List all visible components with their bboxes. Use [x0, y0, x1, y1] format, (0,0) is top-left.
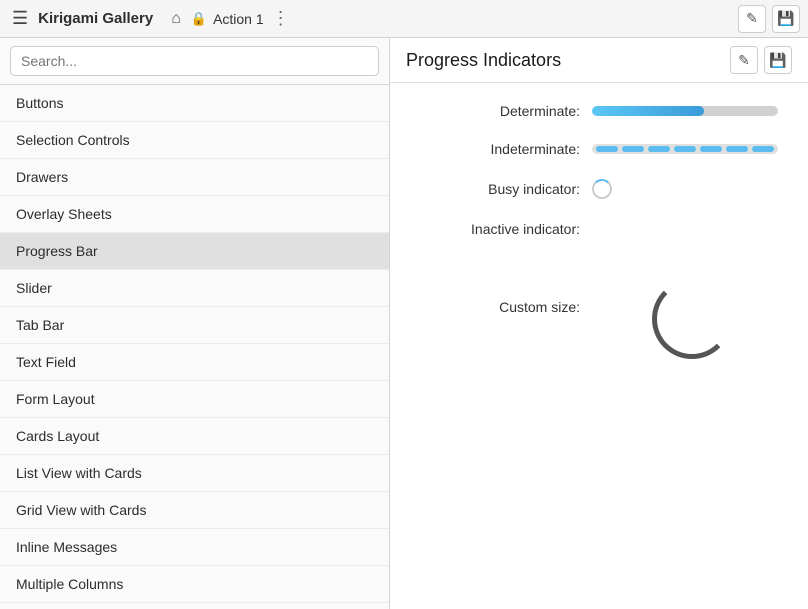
dash-5 [700, 146, 722, 152]
content-save-button[interactable]: 💾 [764, 46, 792, 74]
breadcrumb: Action 1 [213, 11, 264, 27]
topbar-actions: ✎ 💾 [738, 5, 800, 33]
custom-spinner [652, 279, 732, 359]
custom-size-row: Custom size: [420, 269, 778, 369]
sidebar-item[interactable]: Text Field [0, 344, 389, 381]
sidebar-item[interactable]: Cards Layout [0, 418, 389, 455]
sidebar-item[interactable]: Buttons [0, 85, 389, 122]
home-icon[interactable]: ⌂ [167, 8, 185, 30]
save-button[interactable]: 💾 [772, 5, 800, 33]
dash-3 [648, 146, 670, 152]
lock-icon: 🔒 [191, 11, 207, 27]
sidebar-item[interactable]: List View with Cards [0, 455, 389, 492]
sidebar-item[interactable]: Misc. Widgets [0, 603, 389, 609]
indeterminate-dashes [592, 144, 778, 154]
sidebar-item[interactable]: Grid View with Cards [0, 492, 389, 529]
indeterminate-row: Indeterminate: [420, 141, 778, 157]
sidebar: ButtonsSelection ControlsDrawersOverlay … [0, 38, 390, 609]
busy-spinner [592, 179, 612, 199]
busy-row: Busy indicator: [420, 179, 778, 199]
content-panel: Progress Indicators ✎ 💾 Determinate: Ind… [390, 38, 808, 609]
sidebar-item[interactable]: Tab Bar [0, 307, 389, 344]
dash-2 [622, 146, 644, 152]
sidebar-item[interactable]: Drawers [0, 159, 389, 196]
hamburger-icon[interactable]: ☰ [8, 6, 32, 31]
content-body: Determinate: Indeterminate: [390, 83, 808, 609]
determinate-track [592, 106, 778, 116]
topbar: ☰ Kirigami Gallery ⌂ 🔒 Action 1 ⋮ ✎ 💾 [0, 0, 808, 38]
more-icon[interactable]: ⋮ [272, 8, 290, 29]
inactive-label: Inactive indicator: [420, 221, 580, 237]
indeterminate-label: Indeterminate: [420, 141, 580, 157]
sidebar-item[interactable]: Selection Controls [0, 122, 389, 159]
determinate-label: Determinate: [420, 103, 580, 119]
search-bar [0, 38, 389, 85]
dash-1 [596, 146, 618, 152]
dash-4 [674, 146, 696, 152]
sidebar-list: ButtonsSelection ControlsDrawersOverlay … [0, 85, 389, 609]
determinate-fill [592, 106, 704, 116]
custom-spinner-container [592, 269, 732, 369]
content-header: Progress Indicators ✎ 💾 [390, 38, 808, 83]
main-container: ButtonsSelection ControlsDrawersOverlay … [0, 38, 808, 609]
dash-6 [726, 146, 748, 152]
breadcrumb-label[interactable]: Action 1 [213, 11, 264, 27]
custom-size-label: Custom size: [420, 299, 580, 315]
content-title: Progress Indicators [406, 50, 561, 71]
dash-7 [752, 146, 774, 152]
content-edit-button[interactable]: ✎ [730, 46, 758, 74]
busy-label: Busy indicator: [420, 181, 580, 197]
sidebar-item[interactable]: Multiple Columns [0, 566, 389, 603]
determinate-row: Determinate: [420, 103, 778, 119]
indeterminate-track [592, 144, 778, 154]
sidebar-item[interactable]: Overlay Sheets [0, 196, 389, 233]
sidebar-item[interactable]: Progress Bar [0, 233, 389, 270]
edit-button[interactable]: ✎ [738, 5, 766, 33]
inactive-row: Inactive indicator: [420, 221, 778, 237]
sidebar-item[interactable]: Slider [0, 270, 389, 307]
sidebar-item[interactable]: Inline Messages [0, 529, 389, 566]
search-input[interactable] [10, 46, 379, 76]
app-title: Kirigami Gallery [38, 10, 153, 27]
sidebar-item[interactable]: Form Layout [0, 381, 389, 418]
content-header-icons: ✎ 💾 [730, 46, 792, 74]
